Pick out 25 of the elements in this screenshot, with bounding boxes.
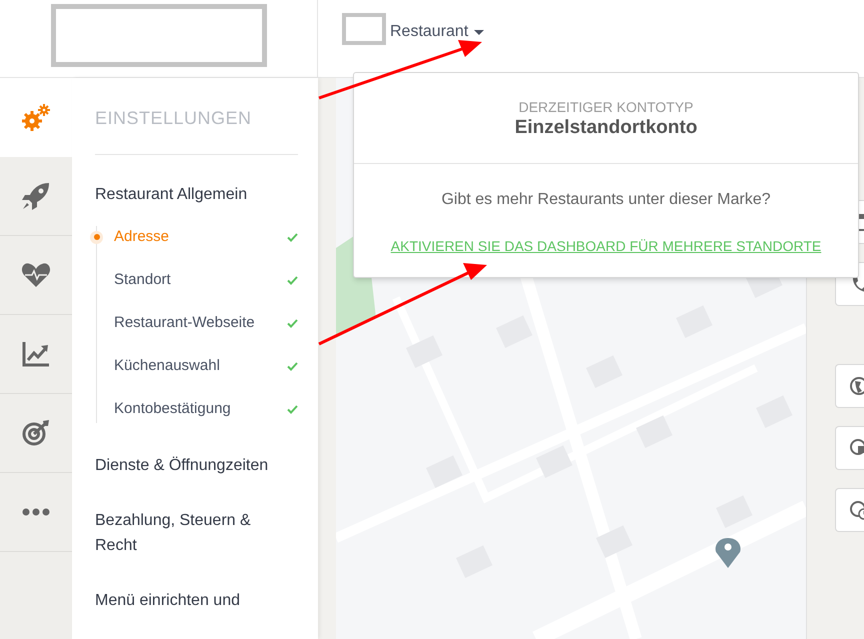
question-text: Gibt es mehr Restaurants unter dieser Marke? [441, 190, 771, 210]
side-button[interactable] [835, 364, 864, 408]
settings-section[interactable]: Restaurant Allgemein [95, 182, 248, 207]
settings-subitem[interactable]: Kontobestätigung [114, 398, 231, 420]
restaurant-logo-placeholder [342, 13, 386, 45]
rocket-icon [21, 181, 51, 211]
more-icon [22, 508, 50, 516]
settings-subitem[interactable]: Küchenauswahl [114, 354, 220, 378]
settings-section[interactable]: Menü einrichten und [95, 588, 240, 613]
settings-section[interactable]: Bezahlung, Steuern & Recht [95, 508, 275, 558]
nav-tab[interactable] [0, 78, 72, 157]
gears-icon [21, 104, 51, 132]
side-button[interactable] [835, 426, 864, 470]
settings-heading: EINSTELLUNGEN [95, 78, 298, 155]
heart-rate-icon [21, 262, 51, 288]
target-icon [22, 420, 50, 446]
account-menu[interactable]: Restaurant [390, 20, 484, 44]
account-type-title: Einzelstandortkonto [514, 116, 698, 140]
caret-icon [474, 30, 484, 34]
settings-section[interactable]: Dienste & Öffnungzeiten [95, 453, 268, 478]
settings-subitem[interactable]: Standort [114, 268, 171, 292]
settings-subitem[interactable]: Restaurant-Webseite [114, 312, 255, 334]
line-chart-icon [22, 341, 50, 367]
account-type-label: DERZEITIGER KONTOTYP [518, 98, 694, 116]
side-button[interactable] [835, 488, 864, 532]
